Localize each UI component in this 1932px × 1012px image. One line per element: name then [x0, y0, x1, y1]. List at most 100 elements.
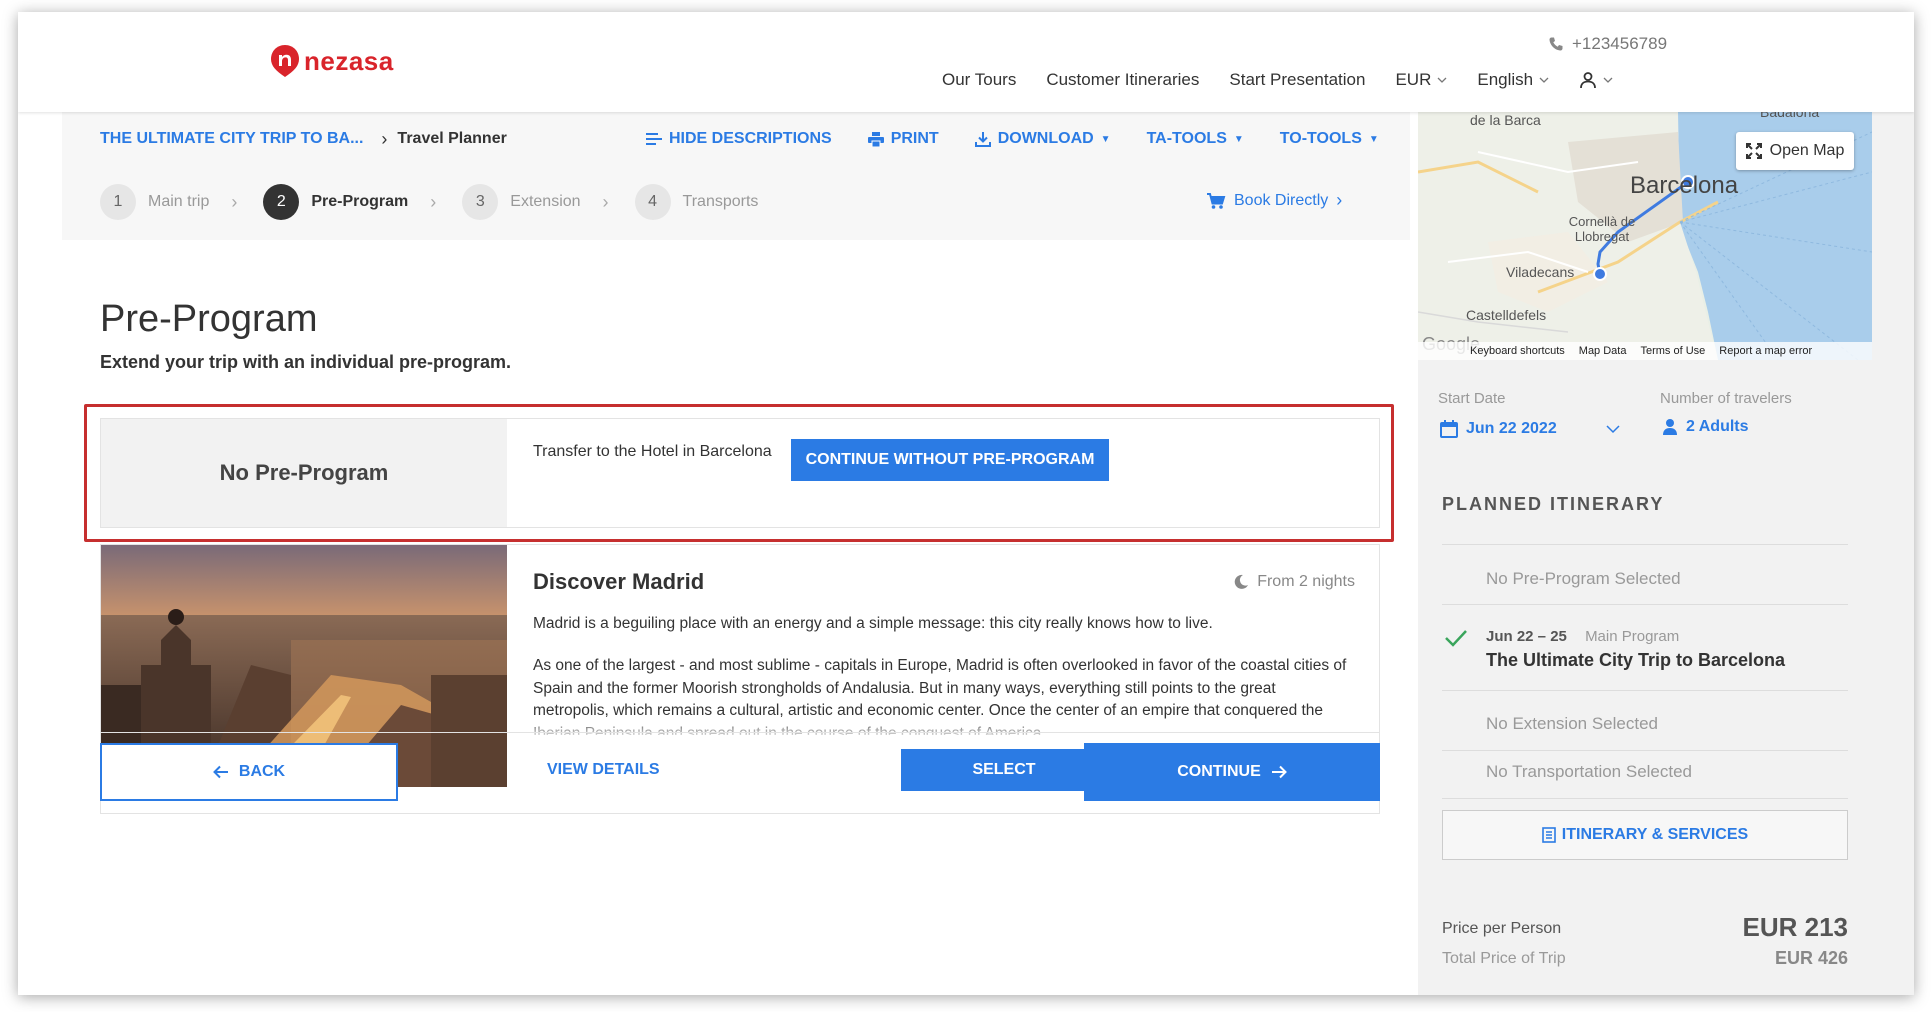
main-navigation: Our Tours Customer Itineraries Start Pre…	[942, 70, 1643, 90]
map-label: Castelldefels	[1466, 307, 1547, 323]
breadcrumb-trip-link[interactable]: THE ULTIMATE CITY TRIP TO BA...	[100, 130, 363, 148]
start-date-label: Start Date	[1438, 390, 1506, 407]
itinerary-services-button[interactable]: ITINERARY & SERVICES	[1442, 810, 1848, 860]
step-label: Pre-Program	[311, 193, 409, 210]
planner-toolbar: THE ULTIMATE CITY TRIP TO BA... › Travel…	[62, 112, 1410, 240]
main-program-name: The Ultimate City Trip to Barcelona	[1486, 650, 1786, 670]
list-icon	[646, 133, 662, 145]
open-map-label: Open Map	[1769, 142, 1845, 159]
expand-icon	[1745, 143, 1762, 159]
print-button[interactable]: PRINT	[867, 130, 939, 148]
itinerary-pre-program: No Pre-Program Selected	[1486, 569, 1681, 588]
select-button[interactable]: SELECT	[901, 749, 1107, 791]
terms-of-use-link[interactable]: Terms of Use	[1640, 345, 1705, 357]
chevron-down-icon	[1603, 77, 1613, 83]
step-main-trip[interactable]: 1 Main trip	[100, 184, 209, 220]
text-fade	[533, 717, 1353, 739]
page-subtitle: Extend your trip with an individual pre-…	[100, 352, 512, 372]
chevron-down-icon	[1437, 77, 1447, 83]
nights-label: From 2 nights	[1257, 573, 1355, 590]
map-label: Cornellà de Llobregat	[1568, 214, 1636, 244]
brand-logo[interactable]: nezasa	[270, 44, 394, 78]
chevron-right-icon: ›	[430, 191, 437, 212]
printer-icon	[867, 131, 884, 147]
breadcrumb-current: Travel Planner	[397, 130, 507, 147]
print-label: PRINT	[890, 130, 939, 147]
hide-descriptions-button[interactable]: HIDE DESCRIPTIONS	[646, 130, 832, 148]
phone-contact[interactable]: +123456789	[1548, 34, 1667, 54]
user-icon	[1580, 72, 1597, 89]
page-title: Pre-Program	[100, 298, 318, 340]
planner-steps: 1 Main trip › 2 Pre-Program › 3 Extensio…	[100, 184, 758, 220]
nav-customer-itineraries[interactable]: Customer Itineraries	[1046, 70, 1199, 90]
arrow-left-icon	[212, 765, 228, 779]
step-label: Transports	[682, 193, 759, 210]
calendar-icon	[1440, 420, 1458, 438]
map-label: Badalona	[1760, 112, 1820, 120]
phone-number: +123456789	[1572, 34, 1668, 53]
document-list-icon	[1541, 827, 1556, 843]
continue-label: CONTINUE	[1177, 763, 1261, 780]
travelers-picker[interactable]: 2 Adults	[1662, 418, 1749, 436]
madrid-intro: Madrid is a beguiling place with an ener…	[533, 615, 1213, 632]
step-pre-program[interactable]: 2 Pre-Program	[263, 184, 408, 220]
ta-tools-dropdown[interactable]: TA-TOOLS ▼	[1147, 130, 1244, 148]
continue-button[interactable]: CONTINUE	[1084, 743, 1380, 801]
view-details-link[interactable]: VIEW DETAILS	[547, 761, 660, 779]
chevron-right-icon: ›	[602, 191, 609, 212]
continue-without-pre-program-button[interactable]: CONTINUE WITHOUT PRE-PROGRAM	[791, 439, 1109, 481]
back-button[interactable]: BACK	[100, 743, 398, 801]
itinerary-divider	[1442, 604, 1848, 605]
chevron-down-icon	[1606, 425, 1620, 434]
user-menu[interactable]	[1579, 70, 1613, 90]
itinerary-services-label: ITINERARY & SERVICES	[1561, 826, 1749, 843]
toolbar-actions: HIDE DESCRIPTIONS PRINT DOWNLOAD ▼ TA-TO…	[646, 124, 1379, 154]
phone-icon	[1549, 37, 1563, 51]
language-value: English	[1477, 70, 1534, 89]
to-tools-dropdown[interactable]: TO-TOOLS ▼	[1280, 130, 1379, 148]
chevron-right-icon: ›	[381, 128, 388, 149]
book-directly-link[interactable]: Book Directly ›	[1206, 190, 1342, 211]
step-number: 2	[263, 184, 300, 220]
itinerary-divider	[1442, 690, 1848, 691]
step-label: Main trip	[148, 193, 210, 210]
keyboard-shortcuts-link[interactable]: Keyboard shortcuts	[1470, 345, 1565, 357]
step-transports[interactable]: 4 Transports	[634, 184, 759, 220]
travelers-label: Number of travelers	[1660, 390, 1792, 407]
check-icon	[1445, 630, 1467, 647]
currency-dropdown[interactable]: EUR	[1395, 70, 1447, 90]
no-pre-program-label: No Pre-Program	[101, 419, 507, 527]
start-date-picker[interactable]: Jun 22 2022	[1440, 420, 1621, 438]
download-dropdown[interactable]: DOWNLOAD ▼	[974, 130, 1111, 148]
total-price-value: EUR 426	[1774, 948, 1848, 968]
map-label: Viladecans	[1506, 264, 1575, 280]
nav-start-presentation[interactable]: Start Presentation	[1229, 70, 1365, 90]
to-tools-label: TO-TOOLS	[1279, 130, 1362, 147]
step-extension[interactable]: 3 Extension	[462, 184, 581, 220]
open-map-button[interactable]: Open Map	[1736, 132, 1854, 170]
breadcrumb: THE ULTIMATE CITY TRIP TO BA... › Travel…	[100, 124, 507, 154]
footer-divider	[100, 732, 1380, 733]
map-footer: Keyboard shortcuts Map Data Terms of Use…	[1418, 342, 1872, 360]
caret-down-icon: ▼	[1100, 133, 1111, 145]
map-data-link[interactable]: Map Data	[1579, 345, 1627, 357]
main-program-tag: Main Program	[1585, 628, 1680, 645]
step-number: 1	[100, 184, 136, 220]
moon-icon	[1234, 574, 1249, 589]
planned-itinerary-title: PLANNED ITINERARY	[1442, 494, 1665, 514]
itinerary-divider	[1442, 798, 1848, 799]
language-dropdown[interactable]: English	[1477, 70, 1549, 90]
route-map[interactable]: de la Barca Badalona Barcelona Cornellà …	[1418, 112, 1872, 360]
map-city-label: Barcelona	[1630, 172, 1739, 199]
main-program-dates: Jun 22 – 25	[1486, 628, 1567, 645]
itinerary-main-dates: Jun 22 – 25 Main Program	[1486, 628, 1679, 645]
report-map-error-link[interactable]: Report a map error	[1719, 345, 1812, 357]
top-header: nezasa +123456789 Our Tours Customer Iti…	[18, 12, 1914, 112]
madrid-title: Discover Madrid	[533, 569, 705, 594]
nav-our-tours[interactable]: Our Tours	[942, 70, 1016, 90]
logo-text: nezasa	[304, 45, 394, 76]
chevron-down-icon	[1539, 77, 1549, 83]
download-icon	[974, 132, 991, 147]
step-number: 3	[462, 184, 499, 220]
ta-tools-label: TA-TOOLS	[1146, 130, 1227, 147]
